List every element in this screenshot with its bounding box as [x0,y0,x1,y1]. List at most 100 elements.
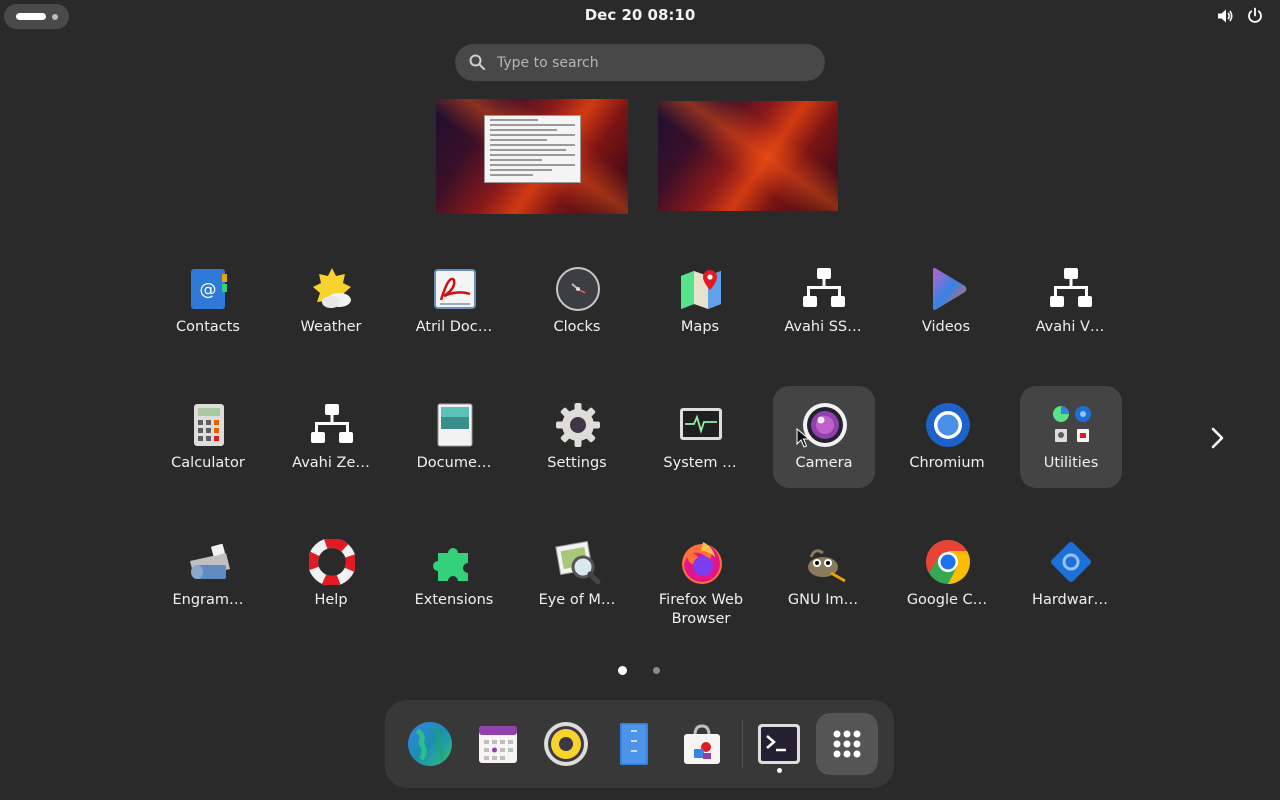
lifebuoy-icon [309,539,355,585]
dock-item-web-browser[interactable] [399,713,461,775]
app-extensions[interactable]: Extensions [403,523,505,625]
app-label: Extensions [414,592,494,608]
app-label: Chromium [909,455,985,471]
maps-icon [681,270,721,309]
music-player-icon [544,722,588,766]
app-label: Eye of M… [538,592,616,608]
clock-icon [556,267,600,311]
app-system-monitor[interactable]: System … [649,386,751,488]
app-maps[interactable]: Maps [649,250,751,352]
volume-icon[interactable] [1216,7,1234,25]
top-bar: Dec 20 08:10 [0,0,1280,32]
dock-item-show-apps[interactable] [816,713,878,775]
app-videos[interactable]: Videos [895,250,997,352]
chevron-right-icon[interactable] [1203,424,1231,452]
dock [385,700,894,788]
dock-item-text-editor[interactable] [603,713,665,775]
app-google-chrome[interactable]: Google C… [896,523,998,625]
app-contacts[interactable]: @ Contacts [157,250,259,352]
app-hardware-info[interactable]: Hardwar… [1019,523,1121,625]
search-icon [469,54,485,70]
app-label: Help [314,592,348,608]
workspace-thumbnail-2[interactable] [658,101,838,211]
google-chrome-icon [926,540,970,584]
window-thumbnail[interactable] [484,115,581,183]
app-label: Calculator [171,455,245,471]
app-label: Utilities [1043,455,1099,471]
page-indicator-2[interactable] [653,667,660,674]
hardware-icon [1051,542,1091,582]
contacts-icon: @ [191,269,227,309]
app-label: Contacts [176,319,240,335]
app-label: Maps [680,319,720,335]
power-icon[interactable] [1246,7,1264,25]
app-label: Weather [300,319,362,335]
app-calculator[interactable]: Calculator [157,386,259,488]
weather-icon [313,268,351,308]
app-eye-of-mate[interactable]: Eye of M… [526,523,628,625]
app-camera[interactable]: Camera [773,386,875,488]
network-icon [1050,268,1092,307]
app-help[interactable]: Help [280,523,382,625]
web-browser-icon [408,722,452,766]
gear-icon [556,403,600,447]
app-label: Docume… [416,455,492,471]
image-viewer-icon [555,540,601,585]
app-settings[interactable]: Settings [526,386,628,488]
search-bar[interactable] [455,44,825,81]
dock-item-terminal[interactable] [748,713,810,775]
dock-separator [742,720,743,768]
dock-item-music-player[interactable] [535,713,597,775]
app-label: Avahi SS… [784,319,862,335]
software-store-icon [684,724,720,764]
mouse-cursor-icon [796,428,810,448]
app-atril-document-viewer[interactable]: Atril Doc… [403,250,505,352]
atril-document-icon [434,269,476,309]
dock-item-software[interactable] [671,713,733,775]
clock[interactable]: Dec 20 08:10 [0,6,1280,24]
app-label: GNU Im… [787,592,859,608]
app-label: Engram… [172,592,244,608]
app-label: Atril Doc… [415,319,493,335]
gimp-icon [808,549,846,583]
text-editor-icon [620,723,648,765]
terminal-icon [758,724,800,764]
puzzle-piece-icon [433,548,468,581]
app-label: Google C… [906,592,988,608]
app-label: System … [663,455,737,471]
app-folder-utilities[interactable]: Utilities [1020,386,1122,488]
calendar-icon [479,726,517,763]
app-label: Clocks [553,319,601,335]
app-chromium[interactable]: Chromium [896,386,998,488]
app-avahi-vnc-browser[interactable]: Avahi V… [1019,250,1121,352]
workspace-thumbnail-1[interactable] [436,99,628,214]
dock-item-calendar[interactable] [467,713,529,775]
system-monitor-icon [680,408,722,440]
app-label: Firefox Web Browser [658,592,744,627]
app-engrampa-archive-manager[interactable]: Engram… [157,523,259,625]
app-gnu-image-manipulation-program[interactable]: GNU Im… [772,523,874,625]
app-label: Settings [547,455,607,471]
app-document-scanner[interactable]: Docume… [403,386,505,488]
running-indicator [777,768,782,773]
chromium-icon [926,403,970,447]
app-label: Avahi V… [1035,319,1105,335]
app-firefox[interactable]: Firefox Web Browser [650,523,752,627]
app-avahi-ssh-browser[interactable]: Avahi SS… [772,250,874,352]
firefox-icon [682,542,722,584]
utilities-folder-icon [1053,406,1091,442]
network-icon [311,404,353,443]
search-input[interactable] [495,51,809,75]
app-label: Hardwar… [1032,592,1108,608]
show-apps-icon [833,730,861,758]
app-avahi-zeroconf-browser[interactable]: Avahi Ze… [280,386,382,488]
app-clocks[interactable]: Clocks [526,250,628,352]
svg-text:@: @ [200,280,217,300]
page-indicator-1[interactable] [618,666,627,675]
network-icon [803,268,845,307]
app-label: Avahi Ze… [292,455,370,471]
document-scanner-icon [437,403,473,447]
app-label: Camera [795,455,853,471]
videos-icon [933,268,967,310]
app-weather[interactable]: Weather [280,250,382,352]
